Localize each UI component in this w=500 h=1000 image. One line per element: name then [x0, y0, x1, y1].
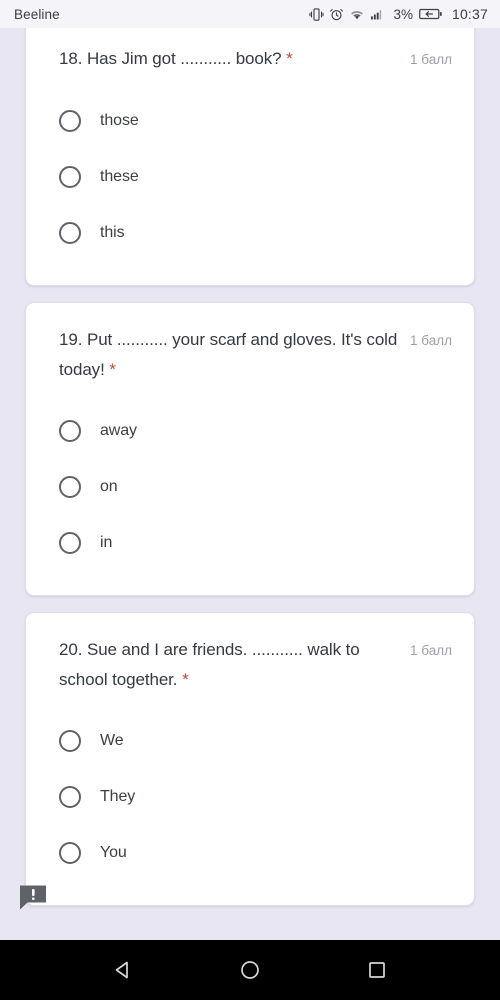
option-row[interactable]: those — [26, 93, 474, 149]
radio-button-icon[interactable] — [59, 222, 81, 244]
status-bar: Beeline 3% 10:37 — [0, 0, 500, 28]
option-row[interactable]: You — [26, 825, 474, 881]
radio-button-icon[interactable] — [59, 842, 81, 864]
radio-button-icon[interactable] — [59, 110, 81, 132]
question-header: 20. Sue and I are friends. ........... w… — [26, 635, 474, 695]
question-header: 18. Has Jim got ........... book? * 1 ба… — [26, 44, 474, 75]
battery-charging-icon — [419, 7, 443, 21]
option-row[interactable]: away — [26, 403, 474, 459]
vibrate-icon — [309, 7, 324, 22]
form-scroll-area[interactable]: 18. Has Jim got ........... book? * 1 ба… — [0, 28, 500, 940]
radio-button-icon[interactable] — [59, 532, 81, 554]
option-label: these — [100, 168, 139, 185]
alarm-icon — [329, 7, 344, 22]
question-points: 1 балл — [410, 643, 452, 658]
radio-button-icon[interactable] — [59, 476, 81, 498]
question-text: 20. Sue and I are friends. ........... w… — [59, 640, 360, 689]
question-card: 18. Has Jim got ........... book? * 1 ба… — [25, 28, 475, 286]
back-triangle-icon[interactable] — [93, 940, 153, 1000]
option-label: this — [100, 224, 125, 241]
required-asterisk: * — [286, 49, 293, 68]
option-label: They — [100, 788, 136, 805]
option-row[interactable]: these — [26, 149, 474, 205]
question-card: 20. Sue and I are friends. ........... w… — [25, 612, 475, 906]
question-text: 19. Put ........... your scarf and glove… — [59, 330, 398, 379]
option-label: in — [100, 534, 113, 551]
home-circle-icon[interactable] — [220, 940, 280, 1000]
radio-button-icon[interactable] — [59, 166, 81, 188]
required-asterisk: * — [182, 670, 189, 689]
required-asterisk: * — [109, 360, 116, 379]
radio-button-icon[interactable] — [59, 786, 81, 808]
android-navigation-bar — [0, 940, 500, 1000]
radio-button-icon[interactable] — [59, 730, 81, 752]
option-label: You — [100, 844, 127, 861]
question-points: 1 балл — [410, 52, 452, 67]
comment-alert-icon[interactable] — [18, 884, 48, 910]
option-label: those — [100, 112, 139, 129]
signal-icon — [370, 7, 387, 22]
status-bar-icons: 3% 10:37 — [309, 6, 488, 22]
option-row[interactable]: They — [26, 769, 474, 825]
carrier-label: Beeline — [14, 6, 60, 22]
option-row[interactable]: We — [26, 713, 474, 769]
question-text: 18. Has Jim got ........... book? * — [59, 49, 293, 68]
clock-label: 10:37 — [451, 6, 488, 22]
question-header: 19. Put ........... your scarf and glove… — [26, 325, 474, 385]
recents-square-icon[interactable] — [347, 940, 407, 1000]
option-label: on — [100, 478, 118, 495]
battery-percent-label: 3% — [393, 6, 413, 22]
option-row[interactable]: in — [26, 515, 474, 571]
question-points: 1 балл — [410, 333, 452, 348]
option-label: We — [100, 732, 124, 749]
option-list: away on in — [26, 403, 474, 571]
radio-button-icon[interactable] — [59, 420, 81, 442]
option-row[interactable]: on — [26, 459, 474, 515]
option-list: We They You — [26, 713, 474, 881]
option-list: those these this — [26, 93, 474, 261]
question-card: 19. Put ........... your scarf and glove… — [25, 302, 475, 596]
wifi-icon — [349, 7, 365, 22]
option-label: away — [100, 422, 137, 439]
phone-screen: Beeline 3% 10:37 18. Has Jim got .......… — [0, 0, 500, 1000]
option-row[interactable]: this — [26, 205, 474, 261]
